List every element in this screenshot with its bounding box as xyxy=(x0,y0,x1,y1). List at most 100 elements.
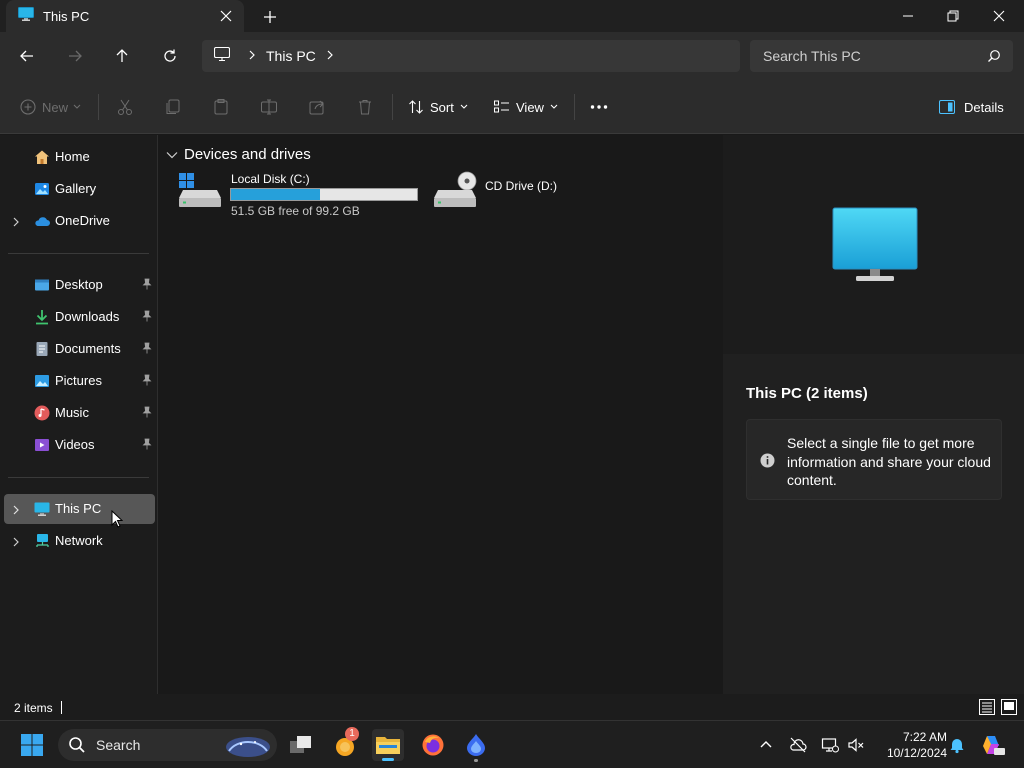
cut-icon xyxy=(118,99,132,115)
network-icon xyxy=(34,533,50,549)
gallery-icon xyxy=(34,181,50,197)
rename-icon xyxy=(261,99,277,115)
search-placeholder: Search This PC xyxy=(763,48,861,64)
search-highlight-icon xyxy=(225,733,271,762)
taskbar-search[interactable]: Search xyxy=(58,729,277,761)
chevron-right-icon[interactable] xyxy=(248,47,256,65)
system-clock[interactable]: 7:22 AM 10/12/2024 xyxy=(872,729,947,761)
group-title: Devices and drives xyxy=(184,146,311,163)
pin-icon[interactable] xyxy=(142,438,152,453)
copilot-icon[interactable] xyxy=(981,733,1005,757)
new-tab-icon[interactable] xyxy=(260,7,280,27)
chevron-right-icon[interactable] xyxy=(12,215,20,230)
taskbar-app-blue[interactable] xyxy=(460,729,492,762)
home-icon xyxy=(34,149,50,165)
address-bar[interactable]: This PC xyxy=(202,40,740,72)
pin-icon[interactable] xyxy=(142,278,152,293)
back-button[interactable] xyxy=(13,42,41,70)
tab-title: This PC xyxy=(43,8,90,24)
sidebar-item-pictures[interactable]: Pictures xyxy=(4,366,155,396)
restore-button[interactable] xyxy=(930,0,976,32)
command-bar: New Sort View Details xyxy=(0,80,1024,134)
chevron-down-icon xyxy=(460,104,468,109)
rename-button[interactable] xyxy=(260,95,278,119)
sidebar-item-this-pc[interactable]: This PC xyxy=(4,494,155,524)
sidebar-item-documents[interactable]: Documents xyxy=(4,334,155,364)
sidebar-item-downloads[interactable]: Downloads xyxy=(4,302,155,332)
notification-bell-icon[interactable] xyxy=(948,736,966,754)
pin-icon[interactable] xyxy=(142,406,152,421)
share-button[interactable] xyxy=(308,95,326,119)
status-bar: 2 items xyxy=(0,694,1024,720)
details-view-icon[interactable] xyxy=(979,699,995,715)
sidebar-item-label: OneDrive xyxy=(55,213,110,228)
more-options-button[interactable] xyxy=(590,95,608,119)
sidebar-item-music[interactable]: Music xyxy=(4,398,155,428)
chevron-right-icon[interactable] xyxy=(326,47,334,65)
paste-button[interactable] xyxy=(212,95,230,119)
task-view-button[interactable] xyxy=(285,729,317,761)
chevron-up-icon[interactable] xyxy=(757,736,775,754)
delete-button[interactable] xyxy=(356,95,374,119)
sidebar-item-label: Documents xyxy=(55,341,121,356)
sort-icon xyxy=(409,100,423,114)
navigation-pane: Home Gallery OneDrive Desktop Downloads xyxy=(0,135,158,694)
sort-label: Sort xyxy=(430,99,454,115)
network-status-icon[interactable] xyxy=(821,736,839,754)
cd-drive-icon xyxy=(432,171,480,214)
sidebar-item-label: Downloads xyxy=(55,309,120,324)
close-tab-icon[interactable] xyxy=(218,8,234,24)
minimize-button[interactable] xyxy=(885,0,931,32)
group-header[interactable]: Devices and drives xyxy=(166,146,311,163)
taskbar-file-explorer[interactable] xyxy=(372,729,404,761)
divider xyxy=(98,94,99,120)
new-button[interactable]: New xyxy=(20,95,81,119)
sidebar-item-home[interactable]: Home xyxy=(4,142,155,172)
volume-muted-icon[interactable] xyxy=(847,736,865,754)
sidebar-item-videos[interactable]: Videos xyxy=(4,430,155,460)
details-preview xyxy=(723,135,1024,354)
search-input[interactable]: Search This PC xyxy=(750,40,1013,72)
forward-button[interactable] xyxy=(61,42,89,70)
pin-icon[interactable] xyxy=(142,310,152,325)
drive-item-cd-drive[interactable]: CD Drive (D:) xyxy=(432,171,582,211)
up-button[interactable] xyxy=(108,42,136,70)
breadcrumb-this-pc[interactable]: This PC xyxy=(266,48,316,64)
tab-this-pc[interactable]: This PC xyxy=(6,0,244,32)
desktop-folder-icon xyxy=(34,277,50,293)
sidebar-item-desktop[interactable]: Desktop xyxy=(4,270,155,300)
file-list-area[interactable]: Devices and drives Local Disk (C:) 51.5 … xyxy=(159,135,722,694)
details-button[interactable]: Details xyxy=(939,95,1004,119)
sidebar-item-label: Network xyxy=(55,533,103,548)
taskbar-firefox[interactable] xyxy=(417,729,449,761)
sidebar-item-network[interactable]: Network xyxy=(4,526,155,556)
large-icons-view-icon[interactable] xyxy=(1001,699,1017,715)
taskbar: Search 1 7:22 AM 10/12/2024 xyxy=(0,720,1024,768)
view-button[interactable]: View xyxy=(494,95,558,119)
firefox-icon xyxy=(422,734,444,756)
pin-icon[interactable] xyxy=(142,342,152,357)
sidebar-item-onedrive[interactable]: OneDrive xyxy=(4,206,155,236)
cut-button[interactable] xyxy=(116,95,134,119)
pin-icon[interactable] xyxy=(142,374,152,389)
drive-free-space: 51.5 GB free of 99.2 GB xyxy=(231,204,360,218)
refresh-button[interactable] xyxy=(156,42,184,70)
this-pc-icon xyxy=(34,501,50,517)
drive-item-local-disk[interactable]: Local Disk (C:) 51.5 GB free of 99.2 GB xyxy=(177,171,422,221)
sort-button[interactable]: Sort xyxy=(408,95,468,119)
this-pc-large-icon xyxy=(832,207,918,288)
chevron-right-icon[interactable] xyxy=(12,535,20,550)
copy-button[interactable] xyxy=(164,95,182,119)
taskbar-app-orange[interactable]: 1 xyxy=(330,727,362,761)
sidebar-item-label: Desktop xyxy=(55,277,103,292)
search-icon xyxy=(987,49,1001,68)
task-view-icon xyxy=(290,736,311,753)
view-icon xyxy=(494,100,509,113)
chevron-right-icon[interactable] xyxy=(12,503,20,518)
start-button[interactable] xyxy=(16,729,48,761)
sidebar-item-gallery[interactable]: Gallery xyxy=(4,174,155,204)
cloud-offline-icon[interactable] xyxy=(789,736,807,754)
chevron-down-icon xyxy=(550,104,558,109)
details-label: Details xyxy=(964,99,1004,115)
close-window-button[interactable] xyxy=(976,0,1022,32)
